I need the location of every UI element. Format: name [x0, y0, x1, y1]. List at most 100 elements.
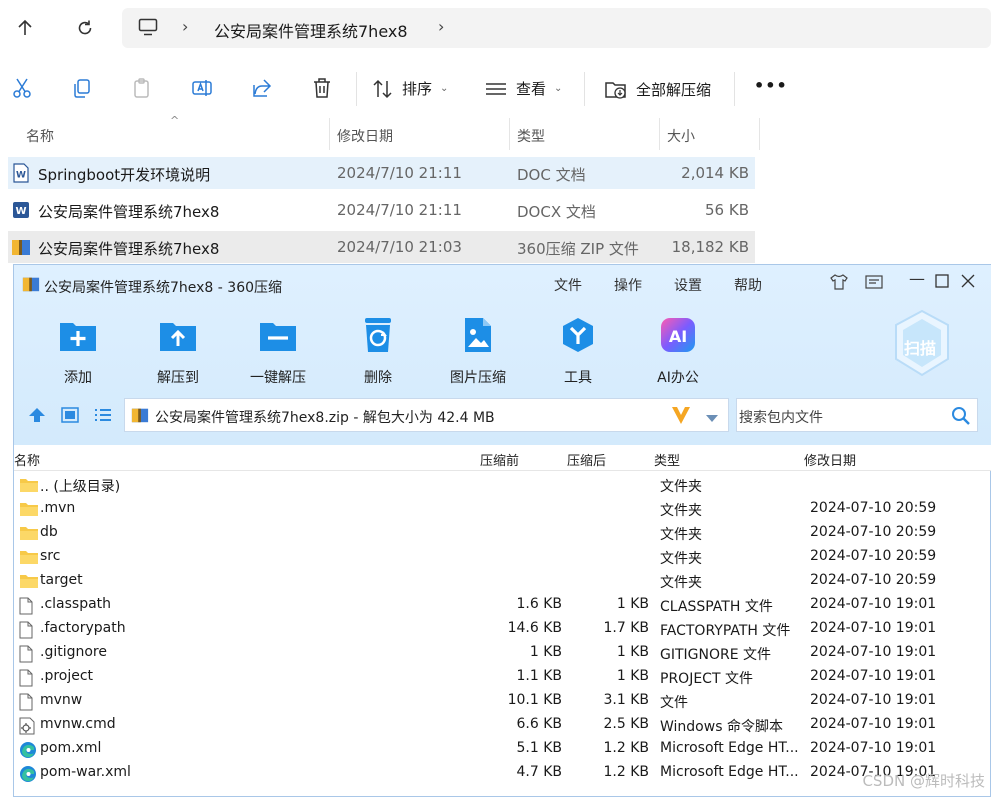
archive-item-after: 1.2 KB [603, 740, 650, 756]
paste-icon[interactable] [126, 72, 158, 104]
archive-item-before: 5.1 KB [516, 740, 563, 756]
archive-row[interactable]: db 文件夹 2024-07-10 20:59 [14, 521, 991, 545]
file-row[interactable]: 公安局案件管理系统7hex8 2024/7/10 21:03 360压缩 ZIP… [8, 231, 755, 263]
close-icon[interactable] [961, 273, 975, 292]
rename-icon[interactable] [186, 72, 218, 104]
archive-item-after: 3.1 KB [603, 692, 650, 708]
archive-row[interactable]: .mvn 文件夹 2024-07-10 20:59 [14, 497, 991, 521]
one-click-extract-icon [258, 315, 298, 355]
zip-icon [11, 237, 31, 261]
archive-item-date: 2024-07-10 19:01 [810, 644, 937, 660]
archive-row[interactable]: pom.xml 5.1 KB 1.2 KB Microsoft Edge HT... 2… [14, 737, 991, 761]
cut-icon[interactable] [6, 72, 38, 104]
archive-item-type: PROJECT 文件 [660, 671, 753, 687]
menu-file[interactable]: 文件 [554, 275, 582, 295]
archive-search[interactable]: 搜索包内文件 [736, 398, 978, 432]
add-folder-icon [58, 315, 98, 355]
tool-label: 工具 [564, 370, 592, 386]
archive-row[interactable]: .classpath 1.6 KB 1 KB CLASSPATH 文件 2024-07-… [14, 593, 991, 617]
archive-row[interactable]: .factorypath 14.6 KB 1.7 KB FACTORYPATH 文件 2… [14, 617, 991, 641]
file-date: 2024/7/10 21:03 [337, 238, 462, 256]
sort-icon [373, 79, 392, 98]
file-date: 2024/7/10 21:11 [337, 164, 462, 182]
column-after-size[interactable]: 压缩后 [567, 450, 606, 469]
archive-item-name: .mvn [40, 500, 76, 516]
list-view-icon[interactable] [94, 407, 112, 427]
share-icon[interactable] [246, 72, 278, 104]
archive-row[interactable]: pom-war.xml 4.7 KB 1.2 KB Microsoft Edge HT… [14, 761, 991, 785]
archive-row[interactable]: mvnw.cmd 6.6 KB 2.5 KB Windows 命令脚本 2024-07-… [14, 713, 991, 737]
column-before-size[interactable]: 压缩前 [480, 450, 519, 469]
file-size: 18,182 KB [671, 238, 749, 256]
tool-label: 一键解压 [250, 370, 306, 386]
menu-settings[interactable]: 设置 [674, 275, 702, 295]
tool-ai-office[interactable]: AI AI办公 [638, 315, 718, 387]
zip-icon [131, 406, 149, 428]
edge-icon [19, 741, 37, 763]
column-type[interactable]: 类型 [517, 126, 545, 146]
more-options-button[interactable]: ••• [754, 76, 788, 95]
archive-row[interactable]: .project 1.1 KB 1 KB PROJECT 文件 2024-07-10 1… [14, 665, 991, 689]
column-name[interactable]: 名称 [14, 450, 40, 469]
up-level-icon[interactable] [28, 406, 46, 428]
archive-item-date: 2024-07-10 19:01 [810, 716, 937, 732]
refresh-icon[interactable] [70, 13, 100, 43]
zip-window-title: 公安局案件管理系统7hex8 - 360压缩 [44, 280, 283, 296]
file-list-header: ^ 名称 修改日期 类型 大小 [0, 114, 991, 150]
message-icon[interactable] [864, 273, 884, 295]
column-size[interactable]: 大小 [667, 126, 695, 146]
dropdown-arrow-icon[interactable] [705, 409, 719, 428]
tool-add[interactable]: 添加 [38, 315, 118, 387]
menu-help[interactable]: 帮助 [734, 275, 762, 295]
menu-operation[interactable]: 操作 [614, 275, 642, 295]
breadcrumb-item[interactable]: 公安局案件管理系统7hex8 [214, 18, 408, 42]
file-row[interactable]: W Springboot开发环境说明 2024/7/10 21:11 DOC 文… [8, 157, 755, 189]
archive-item-name: src [40, 548, 61, 564]
chevron-right-icon[interactable]: › [438, 17, 444, 36]
minimize-icon[interactable]: — [909, 269, 925, 288]
maximize-icon[interactable] [935, 273, 949, 292]
archive-item-before: 10.1 KB [507, 692, 562, 708]
column-modified[interactable]: 修改日期 [804, 450, 856, 469]
tool-image-compress[interactable]: 图片压缩 [438, 315, 518, 387]
column-type[interactable]: 类型 [654, 450, 680, 469]
archive-item-name: pom.xml [40, 740, 102, 756]
delete-icon[interactable] [306, 72, 338, 104]
scan-button[interactable]: 扫描 [892, 309, 952, 379]
file-name: 公安局案件管理系统7hex8 [38, 240, 220, 258]
column-name[interactable]: 名称 [26, 126, 54, 146]
file-row[interactable]: W 公安局案件管理系统7hex8 2024/7/10 21:11 DOCX 文档… [8, 194, 755, 226]
archive-row[interactable]: .. (上级目录) 文件夹 [14, 473, 991, 497]
archive-row[interactable]: target 文件夹 2024-07-10 20:59 [14, 569, 991, 593]
archive-row[interactable]: src 文件夹 2024-07-10 20:59 [14, 545, 991, 569]
archive-item-after: 1 KB [616, 668, 649, 684]
thumbnail-view-icon[interactable] [61, 407, 79, 427]
column-divider [759, 118, 760, 150]
search-input[interactable]: 搜索包内文件 [739, 407, 823, 427]
archive-item-type: 文件夹 [660, 527, 702, 543]
file-size: 2,014 KB [681, 164, 749, 182]
archive-row[interactable]: .gitignore 1 KB 1 KB GITIGNORE 文件 2024-07-10… [14, 641, 991, 665]
tool-delete[interactable]: 删除 [338, 315, 418, 387]
archive-item-name: pom-war.xml [40, 764, 131, 780]
computer-icon [138, 18, 158, 40]
tool-tools[interactable]: 工具 [538, 315, 618, 387]
column-date[interactable]: 修改日期 [337, 126, 393, 146]
archive-path-bar[interactable]: 公安局案件管理系统7hex8.zip - 解包大小为 42.4 MB [124, 398, 729, 432]
search-icon[interactable] [951, 406, 971, 430]
extract-all-button[interactable]: 全部解压缩 [604, 78, 711, 100]
archive-row[interactable]: mvnw 10.1 KB 3.1 KB 文件 2024-07-10 19:01 [14, 689, 991, 713]
copy-icon[interactable] [66, 72, 98, 104]
archive-item-before: 1 KB [529, 644, 562, 660]
skin-shirt-icon[interactable] [829, 273, 849, 295]
tool-label: 添加 [64, 370, 92, 386]
folder-icon [19, 525, 39, 545]
archive-item-before: 1.6 KB [516, 596, 563, 612]
address-bar[interactable]: › 公安局案件管理系统7hex8 › [122, 8, 991, 48]
sort-button[interactable]: 排序 ⌄ [372, 78, 448, 99]
up-arrow-icon[interactable] [10, 13, 40, 43]
view-button[interactable]: 查看 ⌄ [484, 78, 562, 99]
tool-one-click-extract[interactable]: 一键解压 [238, 315, 318, 387]
cmd-script-icon [19, 717, 35, 739]
tool-extract-to[interactable]: 解压到 [138, 315, 218, 387]
